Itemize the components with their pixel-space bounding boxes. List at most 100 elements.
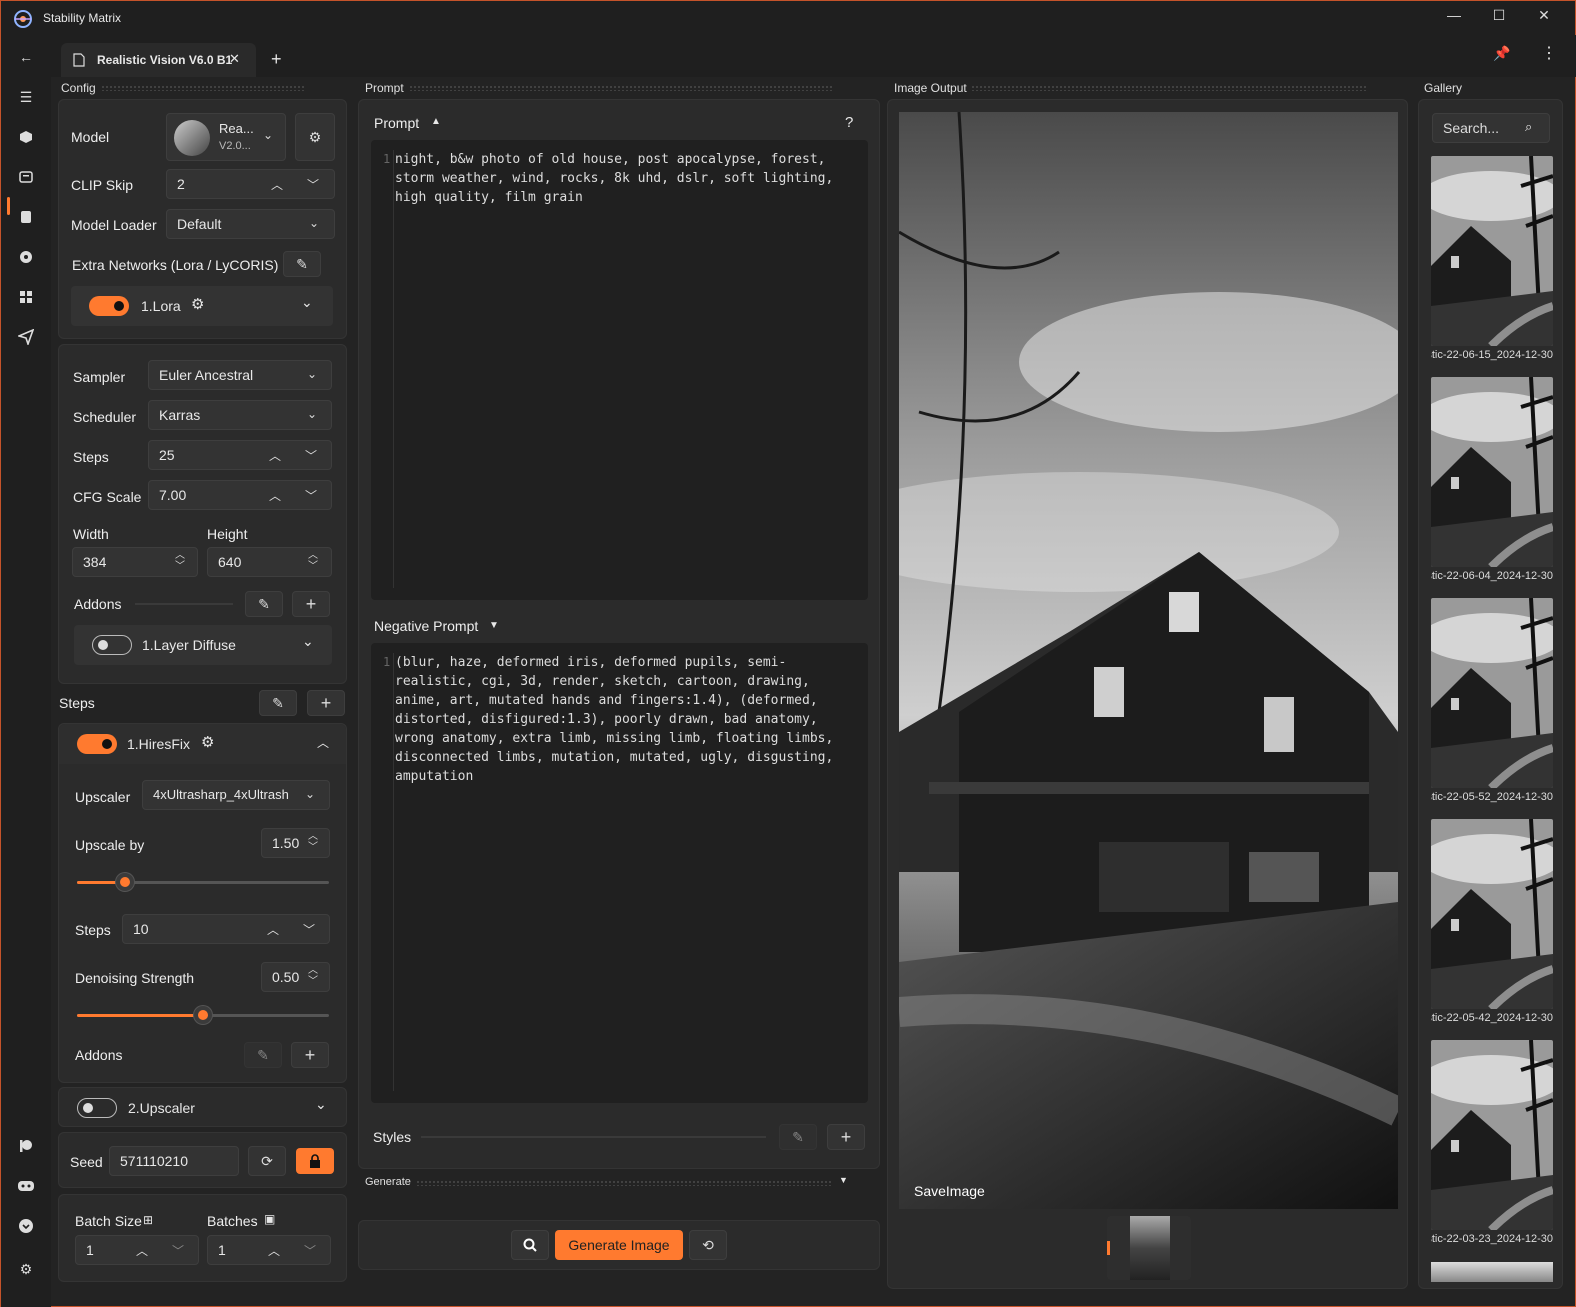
upscale-by-slider-thumb[interactable]	[115, 873, 134, 891]
close-tab-icon[interactable]: ✕	[229, 51, 240, 67]
width-input[interactable]: 384 ︿ ﹀	[72, 547, 198, 577]
denoise-slider-thumb[interactable]	[194, 1006, 212, 1024]
help-icon[interactable]: ?	[845, 114, 853, 131]
back-arrow-icon[interactable]: ←	[14, 45, 38, 69]
hires-steps-input[interactable]: 10 ︿ ﹀	[122, 914, 330, 944]
spinner-icon[interactable]: ︿ ﹀	[308, 831, 318, 853]
tab-realistic-vision[interactable]: Realistic Vision V6.0 B1 ✕	[61, 43, 256, 77]
output-thumbnail[interactable]	[1130, 1216, 1170, 1280]
negative-prompt-editor[interactable]: 1 (blur, haze, deformed iris, deformed p…	[371, 643, 868, 1103]
maximize-button[interactable]: ☐	[1488, 7, 1510, 29]
chevron-down-icon[interactable]: ﹀	[303, 921, 315, 938]
chevron-up-icon[interactable]: ︿	[269, 487, 281, 504]
sampler-select[interactable]: Euler Ancestral ⌄	[148, 360, 332, 390]
caret-down-icon[interactable]: ▼	[839, 1175, 848, 1185]
chevron-down-icon[interactable]: ⌄	[315, 1096, 327, 1113]
seed-label: Seed	[70, 1154, 103, 1170]
chevron-up-icon[interactable]: ︿	[268, 1242, 280, 1259]
gallery-thumbnail[interactable]	[1431, 598, 1553, 788]
chevron-down-icon[interactable]: ﹀	[172, 1242, 184, 1259]
chevron-down-icon[interactable]: ⌄	[302, 633, 314, 650]
batch-size-input[interactable]: 1 ︿ ﹀	[75, 1235, 199, 1265]
pin-icon[interactable]: 📌	[1493, 45, 1510, 62]
clip-skip-input[interactable]: 2 ︿ ﹀	[166, 169, 335, 199]
gallery-partial-thumbnail[interactable]	[1431, 1262, 1553, 1282]
discord-icon[interactable]	[14, 1174, 38, 1198]
chevron-down-icon[interactable]: ﹀	[307, 176, 319, 193]
output-image[interactable]	[899, 112, 1398, 1209]
gear-icon[interactable]: ⚙	[191, 295, 204, 313]
send-icon[interactable]	[14, 325, 38, 349]
steps-input[interactable]: 25 ︿ ﹀	[148, 440, 332, 470]
caret-down-icon[interactable]: ▼	[489, 620, 499, 631]
add-hires-addon-button[interactable]: +	[291, 1042, 329, 1068]
edit-addons-button[interactable]: ✎	[245, 591, 283, 617]
edit-extra-networks-button[interactable]: ✎	[283, 251, 321, 277]
generate-image-button[interactable]: Generate Image	[555, 1230, 683, 1260]
hiresfix-toggle[interactable]	[77, 734, 117, 754]
edit-styles-button[interactable]: ✎	[779, 1124, 817, 1150]
chevron-up-icon[interactable]: ︿	[267, 921, 279, 938]
prompt-editor[interactable]: 1 night, b&w photo of old house, post ap…	[371, 140, 868, 600]
edit-hires-addons-button[interactable]: ✎	[244, 1042, 282, 1068]
add-step-button[interactable]: +	[307, 690, 345, 716]
patreon-icon[interactable]	[14, 1134, 38, 1158]
checkpoints-icon[interactable]	[14, 205, 38, 229]
hiresfix-header[interactable]: 1.HiresFix ⚙ ︿	[59, 724, 346, 764]
prompt-text[interactable]: night, b&w photo of old house, post apoc…	[395, 150, 860, 207]
inference-icon[interactable]	[14, 165, 38, 189]
search-icon[interactable]: ⌕	[1525, 119, 1532, 135]
chevron-up-icon[interactable]: ︿	[271, 176, 283, 193]
edit-steps-button[interactable]: ✎	[259, 690, 297, 716]
chevron-down-icon[interactable]: ﹀	[305, 487, 317, 504]
lock-seed-button[interactable]	[296, 1148, 334, 1174]
model-loader-select[interactable]: Default ⌄	[166, 209, 335, 239]
upscaler2-toggle[interactable]	[77, 1098, 117, 1118]
scheduler-select[interactable]: Karras ⌄	[148, 400, 332, 430]
hamburger-menu-icon[interactable]: ☰	[14, 85, 38, 109]
seed-input[interactable]: 571110210	[109, 1146, 239, 1176]
more-options-icon[interactable]: ⋮	[1541, 43, 1557, 63]
chevron-up-icon[interactable]: ︿	[269, 447, 281, 464]
minimize-button[interactable]: —	[1443, 7, 1465, 29]
randomize-seed-button[interactable]: ⟳	[248, 1146, 286, 1176]
gallery-thumbnail[interactable]	[1431, 377, 1553, 567]
lora-toggle[interactable]	[89, 296, 129, 316]
gallery-search-input[interactable]: Search... ⌕	[1432, 113, 1550, 143]
workflows-icon[interactable]	[14, 285, 38, 309]
download-icon[interactable]	[14, 1214, 38, 1238]
sampler-label: Sampler	[73, 369, 126, 385]
cfg-scale-input[interactable]: 7.00 ︿ ﹀	[148, 480, 332, 510]
zoom-button[interactable]	[511, 1230, 549, 1260]
chevron-up-icon[interactable]: ︿	[317, 734, 329, 751]
add-tab-icon[interactable]: +	[271, 49, 282, 70]
denoise-input[interactable]: 0.50 ︿ ﹀	[261, 962, 330, 992]
chevron-down-icon[interactable]: ﹀	[305, 447, 317, 464]
add-addon-button[interactable]: +	[292, 591, 330, 617]
spinner-icon[interactable]: ︿ ﹀	[308, 965, 318, 987]
upscaler-select[interactable]: 4xUltrasharp_4xUltrash ⌄	[142, 780, 330, 810]
generate-options-button[interactable]: ⟲	[689, 1230, 727, 1260]
settings-gear-icon[interactable]: ⚙	[14, 1257, 38, 1281]
packages-icon[interactable]	[14, 125, 38, 149]
caret-up-icon[interactable]: ▲	[431, 116, 441, 127]
gallery-thumbnail[interactable]	[1431, 819, 1553, 1009]
close-window-button[interactable]: ✕	[1533, 7, 1555, 29]
add-style-button[interactable]: +	[827, 1124, 865, 1150]
gallery-thumbnail[interactable]	[1431, 156, 1553, 346]
layer-diffuse-toggle[interactable]	[92, 635, 132, 655]
negative-prompt-text[interactable]: (blur, haze, deformed iris, deformed pup…	[395, 653, 860, 786]
gallery-thumbnail[interactable]	[1431, 1040, 1553, 1230]
spinner-icon[interactable]: ︿ ﹀	[308, 550, 318, 572]
chevron-up-icon[interactable]: ︿	[136, 1242, 148, 1259]
model-selector[interactable]: Rea... V2.0... ⌄	[166, 113, 286, 161]
height-input[interactable]: 640 ︿ ﹀	[207, 547, 332, 577]
chevron-down-icon[interactable]: ⌄	[301, 294, 313, 311]
model-browser-icon[interactable]	[14, 245, 38, 269]
upscale-by-input[interactable]: 1.50 ︿ ﹀	[261, 828, 330, 858]
batches-input[interactable]: 1 ︿ ﹀	[207, 1235, 331, 1265]
gear-icon[interactable]: ⚙	[201, 733, 214, 751]
model-settings-button[interactable]: ⚙	[295, 113, 335, 161]
spinner-icon[interactable]: ︿ ﹀	[175, 550, 185, 572]
chevron-down-icon[interactable]: ﹀	[304, 1242, 316, 1259]
